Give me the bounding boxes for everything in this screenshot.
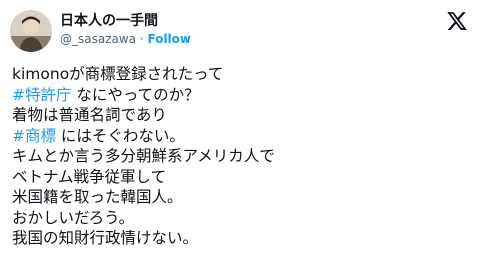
tweet-line-2-text: なにやってのか？ bbox=[71, 85, 200, 104]
tweet-header: 日本人の一手間 @_sasazawa · Follow bbox=[10, 8, 470, 56]
author-handle[interactable]: @_sasazawa bbox=[60, 32, 136, 46]
tweet-line-5: キムとか言う多分朝鮮系アメリカ人で bbox=[12, 147, 275, 165]
tweet-line-3: 着物は普通名詞であり bbox=[12, 106, 167, 124]
tweet-line-8: おかしいだろう。 bbox=[12, 208, 135, 227]
avatar-photo-icon bbox=[10, 10, 52, 52]
author-handle-row: @_sasazawa · Follow bbox=[60, 30, 191, 48]
tweet-line-1: kimonoが商標登録されたって bbox=[12, 65, 224, 83]
tweet-line-4-text: にはそぐわない。 bbox=[56, 126, 185, 145]
tweet-line-7: 米国籍を取った韓国人。 bbox=[12, 188, 183, 206]
author-names: 日本人の一手間 @_sasazawa · Follow bbox=[60, 12, 191, 48]
avatar[interactable] bbox=[10, 10, 52, 52]
tweet-line-2: #特許庁 なにやってのか？ bbox=[12, 85, 472, 106]
tweet-line-6: ベトナム戦争従軍して bbox=[12, 167, 167, 186]
x-logo-icon[interactable] bbox=[446, 10, 468, 32]
hashtag-link[interactable]: #商標 bbox=[12, 127, 56, 145]
handle-separator: · bbox=[136, 32, 148, 46]
author-display-name[interactable]: 日本人の一手間 bbox=[60, 12, 191, 30]
tweet-line-9: 我国の知財行政情けない。 bbox=[12, 229, 199, 247]
x-logo-svg bbox=[447, 12, 467, 30]
tweet-text: kimonoが商標登録されたって #特許庁 なにやってのか？ 着物は普通名詞であ… bbox=[12, 64, 472, 249]
follow-button[interactable]: Follow bbox=[147, 32, 191, 46]
tweet-line-4: #商標 にはそぐわない。 bbox=[12, 126, 472, 147]
tweet-card: 日本人の一手間 @_sasazawa · Follow kimonoが商標登録さ… bbox=[0, 0, 480, 264]
hashtag-link[interactable]: #特許庁 bbox=[12, 86, 72, 104]
